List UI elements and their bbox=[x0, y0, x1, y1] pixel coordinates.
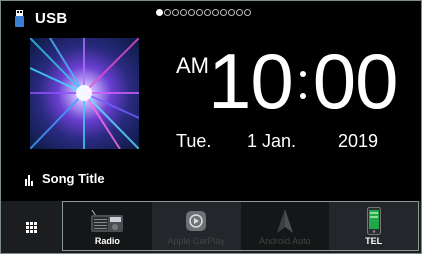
page-dot[interactable] bbox=[188, 9, 195, 16]
page-dot[interactable] bbox=[228, 9, 235, 16]
shortcut-apple-carplay-label: Apple CarPlay bbox=[167, 236, 225, 246]
home-screen: USB AM 10 00 Tue. 1 Jan. 2019 Song Title… bbox=[0, 0, 422, 254]
page-dot[interactable] bbox=[172, 9, 179, 16]
date-day-month: 1 Jan. bbox=[247, 131, 297, 151]
clock-colon bbox=[293, 41, 313, 121]
page-dot[interactable] bbox=[204, 9, 211, 16]
carplay-icon bbox=[186, 211, 207, 231]
radio-icon bbox=[91, 210, 124, 232]
page-indicator[interactable] bbox=[156, 9, 251, 16]
date-day-of-week: Tue. bbox=[176, 131, 212, 151]
clock-hours: 10 bbox=[208, 37, 294, 125]
shortcut-radio-label: Radio bbox=[94, 236, 120, 246]
song-title[interactable]: Song Title bbox=[42, 171, 105, 186]
source-title[interactable]: USB bbox=[35, 10, 68, 27]
grid-menu-icon bbox=[25, 221, 37, 233]
shortcut-radio[interactable]: Radio bbox=[63, 202, 152, 250]
shortcut-bar: Radio Apple CarPlay Android Auto TEL bbox=[62, 201, 419, 251]
page-dot[interactable] bbox=[156, 9, 163, 16]
date-year: 2019 bbox=[338, 131, 379, 151]
audio-level-icon bbox=[25, 175, 33, 186]
album-art[interactable] bbox=[30, 38, 139, 149]
shortcut-android-auto[interactable]: Android Auto bbox=[240, 202, 330, 250]
clock-display[interactable]: 10 00 bbox=[208, 37, 399, 125]
usb-stick-icon bbox=[15, 10, 24, 27]
phone-icon bbox=[366, 207, 381, 235]
page-dot[interactable] bbox=[180, 9, 187, 16]
shortcut-tel[interactable]: TEL bbox=[329, 202, 418, 250]
page-dot[interactable] bbox=[196, 9, 203, 16]
shortcut-apple-carplay[interactable]: Apple CarPlay bbox=[151, 202, 241, 250]
android-auto-icon bbox=[276, 209, 293, 233]
page-dot[interactable] bbox=[212, 9, 219, 16]
clock-minutes: 00 bbox=[312, 37, 399, 125]
page-dot[interactable] bbox=[236, 9, 243, 16]
am-pm-indicator: AM bbox=[176, 53, 209, 78]
page-dot[interactable] bbox=[220, 9, 227, 16]
shortcut-android-auto-label: Android Auto bbox=[259, 236, 311, 246]
page-dot[interactable] bbox=[164, 9, 171, 16]
shortcut-tel-label: TEL bbox=[365, 236, 383, 246]
page-dot[interactable] bbox=[244, 9, 251, 16]
menu-button[interactable] bbox=[1, 201, 61, 253]
